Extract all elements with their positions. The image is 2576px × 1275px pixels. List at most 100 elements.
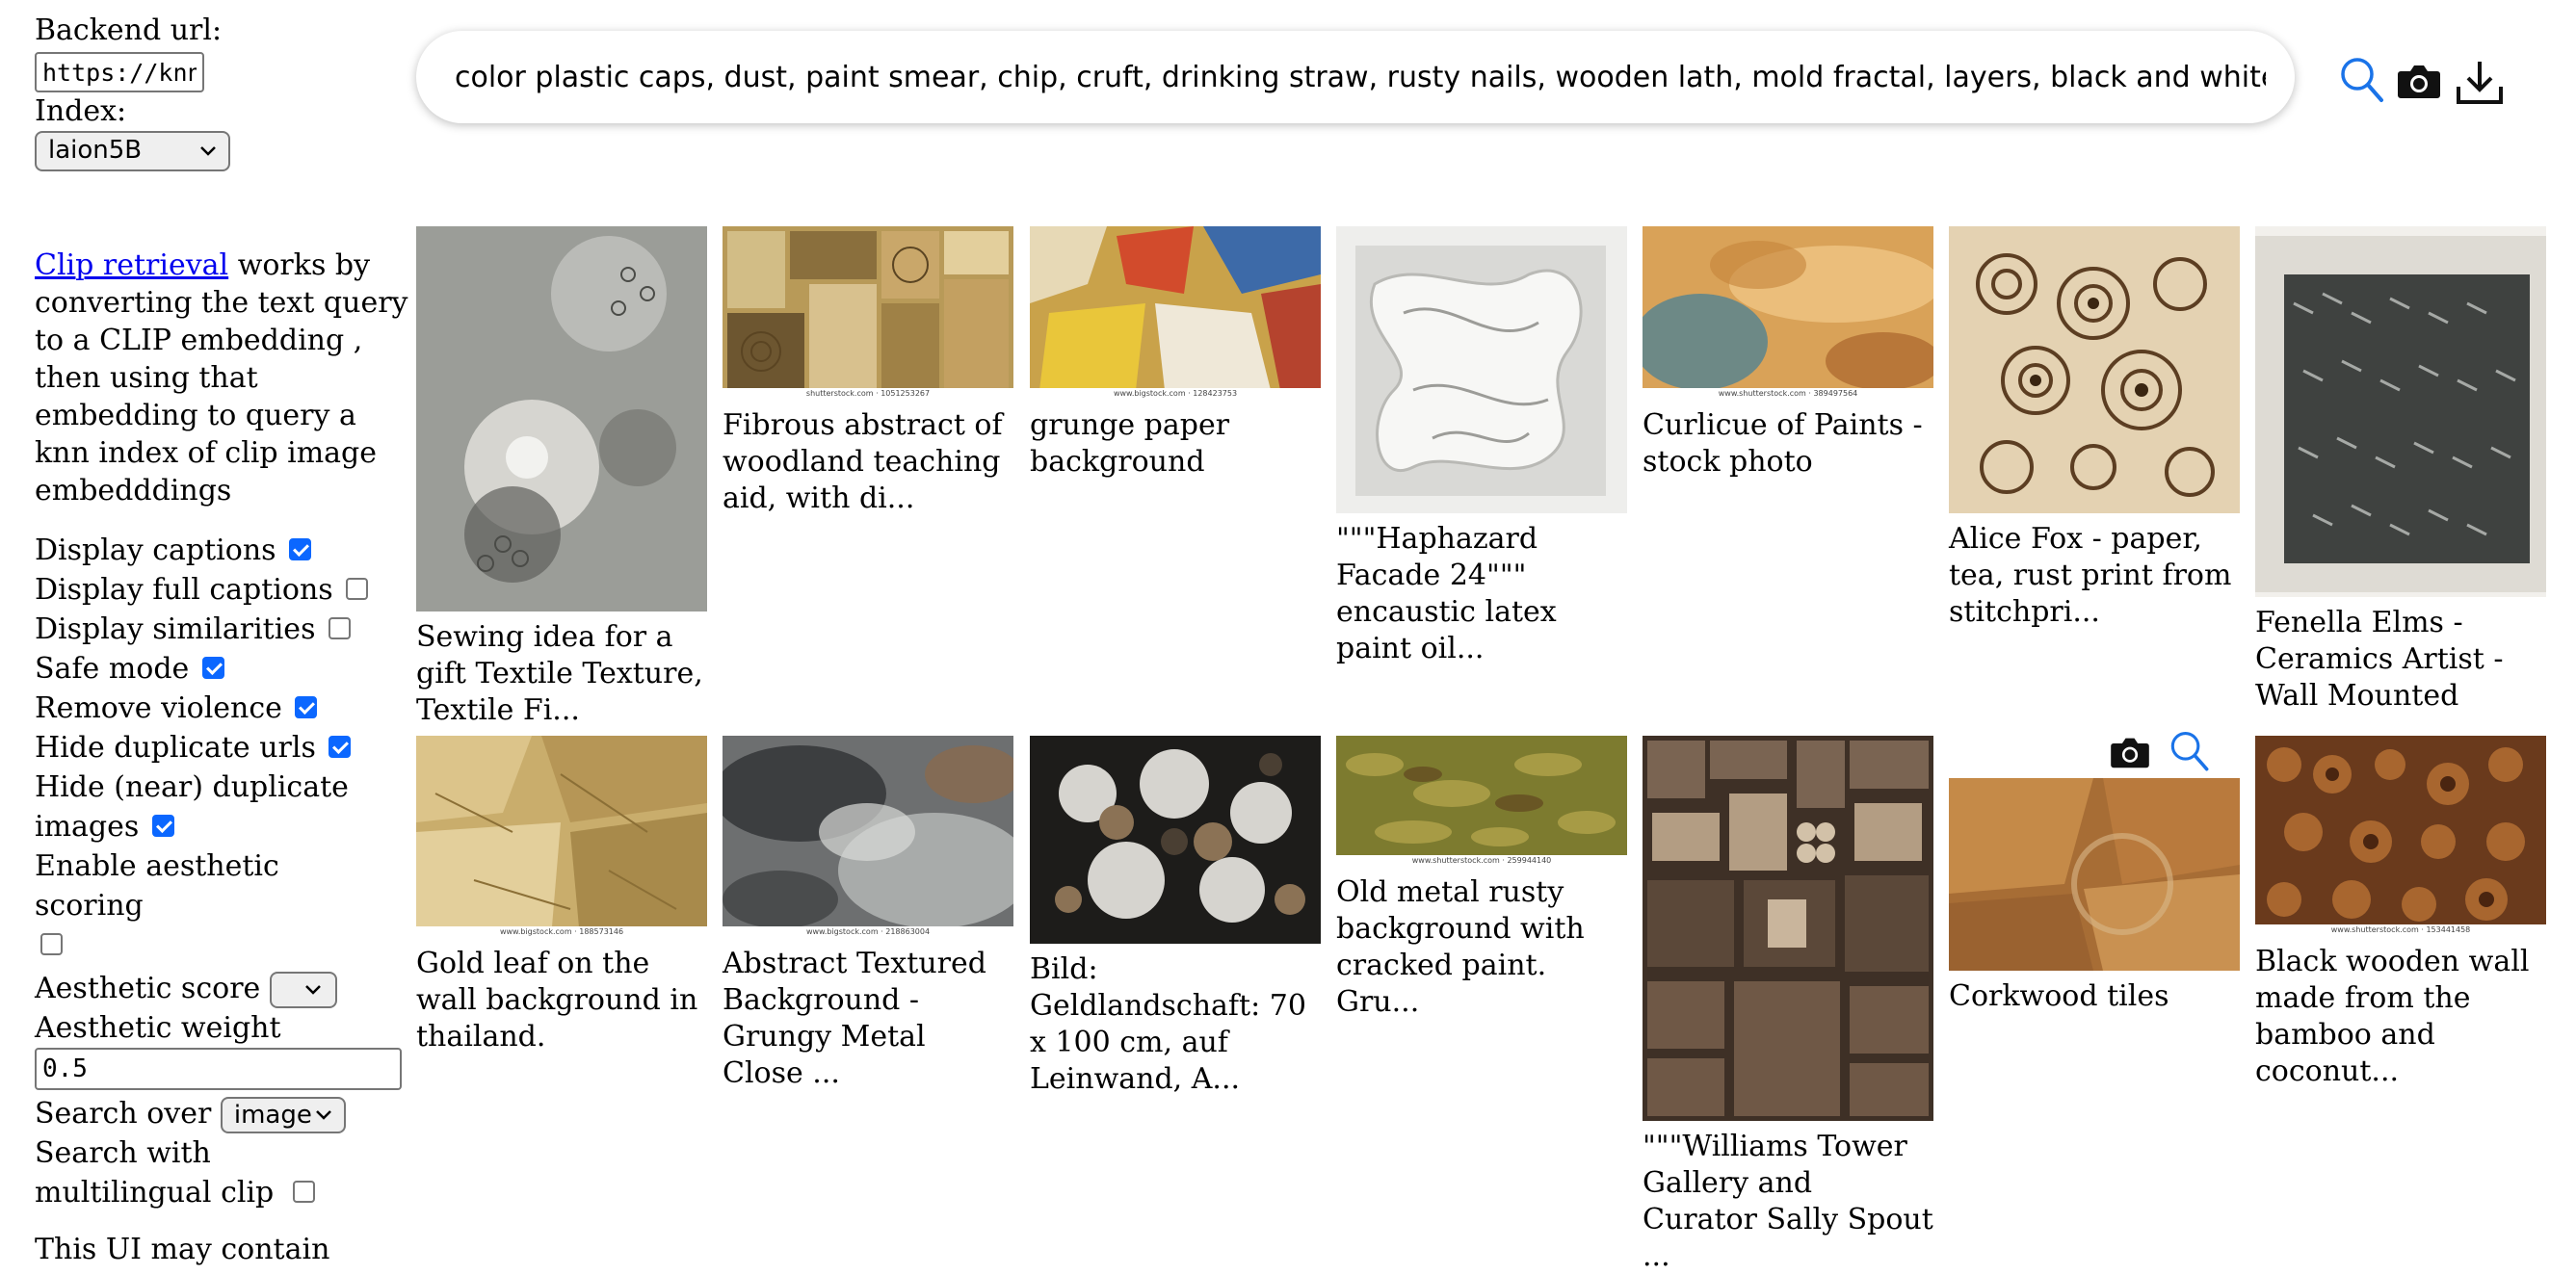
result-watermark: www.shutterstock.com · 259944140: [1336, 855, 1627, 867]
option-safe-mode: Safe mode: [35, 649, 410, 689]
display-captions-checkbox[interactable]: [289, 537, 312, 560]
footer-text: This UI may contain: [35, 1233, 330, 1266]
result-image[interactable]: [1336, 736, 1627, 867]
option-label: Hide (near) duplicate images: [35, 770, 349, 844]
result-hover-actions: [2110, 730, 2211, 774]
result-thumb-wrap: www.bigstock.com · 188573146: [416, 736, 707, 938]
remove-violence-checkbox[interactable]: [295, 695, 318, 718]
option-multilingual: Search with multilingual clip: [35, 1133, 353, 1212]
option-aesthetic-scoring: Enable aesthetic scoring: [35, 846, 362, 965]
multilingual-label: Search with multilingual clip: [35, 1136, 275, 1210]
result-image[interactable]: [1030, 736, 1321, 944]
result-image[interactable]: [1949, 226, 2240, 513]
hide-near-duplicates-checkbox[interactable]: [151, 814, 174, 837]
search-over-select[interactable]: image: [220, 1097, 346, 1133]
result-thumb-wrap: shutterstock.com · 1051253267: [723, 226, 1013, 400]
result-watermark: www.bigstock.com · 218863004: [723, 926, 1013, 938]
sidebar: Backend url: Index: laion5B Clip retriev…: [35, 0, 410, 1269]
result-image[interactable]: [1949, 778, 2240, 971]
result-card[interactable]: www.bigstock.com · 128423753 grunge pape…: [1030, 226, 1321, 481]
result-watermark: shutterstock.com · 1051253267: [723, 388, 1013, 400]
result-caption: Alice Fox - paper, tea, rust print from …: [1949, 522, 2232, 629]
result-card[interactable]: Bild: Geldlandschaft: 70 x 100 cm, auf L…: [1030, 736, 1321, 1098]
result-caption: """Haphazard Facade 24""" encaustic late…: [1336, 522, 1557, 665]
aesthetic-score-label: Aesthetic score: [35, 972, 261, 1005]
intro-text: Clip retrieval works by converting the t…: [35, 247, 410, 509]
result-image[interactable]: [416, 736, 707, 938]
aesthetic-score-select[interactable]: [269, 972, 337, 1008]
result-card[interactable]: Corkwood tiles: [1949, 731, 2240, 1015]
search-over-row: Search over image: [35, 1094, 410, 1133]
result-caption: Sewing idea for a gift Textile Texture, …: [416, 620, 703, 727]
result-image[interactable]: [1643, 226, 1933, 400]
result-image[interactable]: [1030, 226, 1321, 400]
result-card[interactable]: Sewing idea for a gift Textile Texture, …: [416, 226, 707, 729]
clip-retrieval-link[interactable]: Clip retrieval: [35, 248, 228, 282]
camera-icon[interactable]: [2397, 62, 2441, 100]
result-card[interactable]: www.shutterstock.com · 153441458 Black w…: [2255, 736, 2546, 1090]
result-caption: Curlicue of Paints - stock photo: [1643, 408, 1923, 479]
result-caption: Black wooden wall made from the bamboo a…: [2255, 945, 2530, 1088]
result-card[interactable]: www.bigstock.com · 218863004 Abstract Te…: [723, 736, 1013, 1092]
camera-icon[interactable]: [2110, 735, 2150, 769]
aesthetic-score-row: Aesthetic score: [35, 969, 410, 1008]
result-card[interactable]: www.bigstock.com · 188573146 Gold leaf o…: [416, 736, 707, 1055]
result-thumb-wrap: www.bigstock.com · 218863004: [723, 736, 1013, 938]
result-image[interactable]: [1336, 226, 1627, 513]
chevron-down-icon: [200, 146, 216, 156]
options-list: Display captions Display full captions D…: [35, 531, 410, 965]
result-caption: Abstract Textured Background - Grungy Me…: [723, 947, 986, 1090]
result-watermark: www.shutterstock.com · 153441458: [2255, 924, 2546, 936]
index-select-value: laion5B: [48, 136, 143, 165]
option-label: Hide duplicate urls: [35, 731, 316, 765]
result-caption: Fibrous abstract of woodland teaching ai…: [723, 408, 1003, 515]
result-thumb-wrap: www.shutterstock.com · 259944140: [1336, 736, 1627, 867]
search-input[interactable]: color plastic caps, dust, paint smear, c…: [455, 61, 2266, 94]
hide-duplicate-urls-checkbox[interactable]: [329, 735, 352, 758]
multilingual-checkbox[interactable]: [292, 1180, 315, 1203]
result-card[interactable]: www.shutterstock.com · 389497564 Curlicu…: [1643, 226, 1933, 481]
result-caption: """Williams Tower Gallery and Curator Sa…: [1643, 1130, 1933, 1273]
result-card[interactable]: """Haphazard Facade 24""" encaustic late…: [1336, 226, 1627, 667]
option-label: Display full captions: [35, 573, 333, 607]
search-over-value: image: [233, 1101, 312, 1130]
result-watermark: www.shutterstock.com · 389497564: [1643, 388, 1933, 400]
display-similarities-checkbox[interactable]: [329, 616, 352, 639]
result-thumb-wrap: www.shutterstock.com · 153441458: [2255, 736, 2546, 936]
safe-mode-checkbox[interactable]: [201, 656, 224, 679]
intro-description: works by converting the text query to a …: [35, 248, 408, 507]
option-hide-duplicate-urls: Hide duplicate urls: [35, 728, 410, 768]
search-bar[interactable]: color plastic caps, dust, paint smear, c…: [416, 31, 2295, 123]
option-label: Display captions: [35, 533, 276, 567]
result-card[interactable]: Fenella Elms - Ceramics Artist - Wall Mo…: [2255, 226, 2546, 715]
index-select[interactable]: laion5B: [35, 131, 230, 171]
result-card[interactable]: Alice Fox - paper, tea, rust print from …: [1949, 226, 2240, 631]
result-image[interactable]: [1643, 736, 1933, 1121]
result-image[interactable]: [723, 226, 1013, 400]
aesthetic-weight-input[interactable]: [35, 1048, 402, 1090]
result-card[interactable]: shutterstock.com · 1051253267 Fibrous ab…: [723, 226, 1013, 517]
option-label: Remove violence: [35, 691, 282, 725]
search-icon[interactable]: [2169, 730, 2211, 774]
option-display-captions: Display captions: [35, 531, 410, 570]
option-display-full-captions: Display full captions: [35, 570, 410, 610]
option-hide-near-duplicates: Hide (near) duplicate images: [35, 768, 353, 846]
option-label: Display similarities: [35, 612, 316, 646]
result-image[interactable]: [2255, 226, 2546, 597]
result-caption: Corkwood tiles: [1949, 979, 2169, 1013]
display-full-captions-checkbox[interactable]: [346, 577, 369, 600]
aesthetic-scoring-checkbox[interactable]: [40, 932, 63, 955]
index-label: Index:: [35, 94, 127, 128]
result-caption: Gold leaf on the wall background in thai…: [416, 947, 698, 1054]
result-card[interactable]: www.shutterstock.com · 259944140 Old met…: [1336, 736, 1627, 1021]
result-image[interactable]: [723, 736, 1013, 938]
download-icon[interactable]: [2455, 58, 2505, 106]
result-image[interactable]: [2255, 736, 2546, 936]
aesthetic-weight-label: Aesthetic weight: [35, 1011, 281, 1045]
backend-url-input[interactable]: [35, 52, 204, 92]
backend-url-label: Backend url:: [35, 13, 223, 47]
option-label: Enable aesthetic scoring: [35, 849, 279, 923]
search-icon[interactable]: [2339, 56, 2385, 106]
result-image[interactable]: [416, 226, 707, 611]
result-card[interactable]: """Williams Tower Gallery and Curator Sa…: [1643, 736, 1933, 1275]
